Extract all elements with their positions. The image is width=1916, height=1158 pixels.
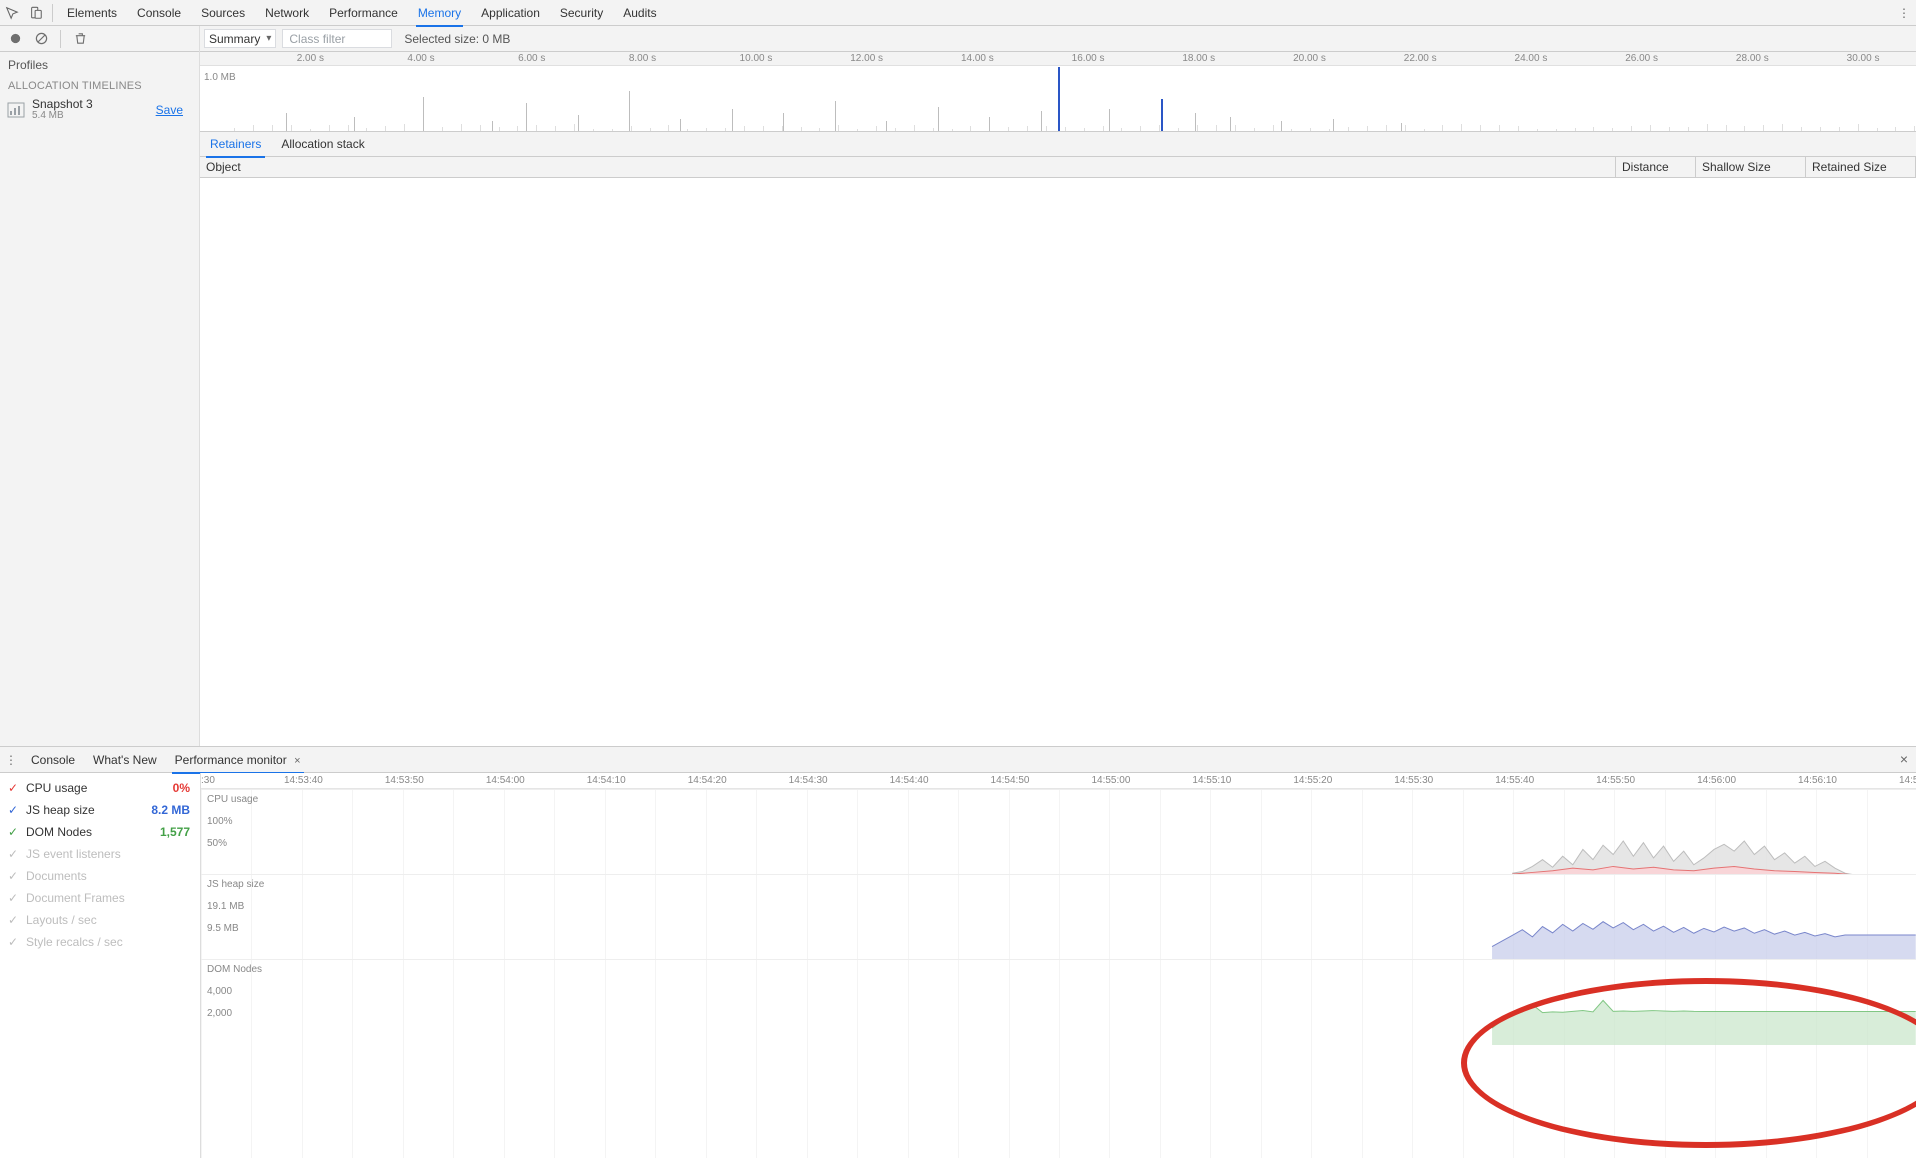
separator (52, 4, 53, 22)
metric-dom[interactable]: ✓ DOM Nodes 1,577 (0, 821, 200, 843)
inspect-element-icon[interactable] (0, 3, 24, 23)
drawer-tab-console[interactable]: Console (22, 747, 84, 773)
retainers-tabs: Retainers Allocation stack (200, 132, 1916, 157)
separator (60, 30, 61, 48)
metric-heap[interactable]: ✓ JS heap size 8.2 MB (0, 799, 200, 821)
th-retained-size[interactable]: Retained Size (1806, 157, 1916, 177)
metric-value: 0% (173, 781, 190, 795)
device-toolbar-icon[interactable] (24, 3, 48, 23)
th-object[interactable]: Object (200, 157, 1616, 177)
tab-application[interactable]: Application (471, 0, 550, 26)
tab-allocation-stack[interactable]: Allocation stack (271, 132, 374, 157)
tab-performance[interactable]: Performance (319, 0, 408, 26)
metric-label: Document Frames (26, 891, 125, 905)
allocation-timelines-label: ALLOCATION TIMELINES (0, 76, 199, 96)
profiles-sidebar: Profiles ALLOCATION TIMELINES Snapshot 3… (0, 26, 200, 746)
chart-cpu: CPU usage 100% 50% (201, 789, 1916, 874)
chart-dom: DOM Nodes 4,000 2,000 (201, 959, 1916, 1044)
drawer-tabs: ⋮ Console What's New Performance monitor… (0, 747, 1916, 773)
tab-elements[interactable]: Elements (57, 0, 127, 26)
drawer-more-icon[interactable]: ⋮ (0, 753, 22, 767)
tab-memory[interactable]: Memory (408, 0, 471, 26)
tab-sources[interactable]: Sources (191, 0, 255, 26)
snapshot-save-link[interactable]: Save (156, 103, 193, 117)
retainers-table-header: Object Distance Shallow Size Retained Si… (200, 157, 1916, 178)
metric-label: Style recalcs / sec (26, 935, 123, 949)
profiles-label: Profiles (0, 52, 199, 76)
metric-documents[interactable]: ✓ Documents (0, 865, 200, 887)
metric-value: 8.2 MB (151, 803, 190, 817)
drawer-tab-whatsnew[interactable]: What's New (84, 747, 166, 773)
panel-tabs: Elements Console Sources Network Perform… (57, 0, 667, 26)
pm-metrics-sidebar: ✓ CPU usage 0% ✓ JS heap size 8.2 MB ✓ D… (0, 773, 200, 1158)
metric-label: Layouts / sec (26, 913, 97, 927)
th-shallow-size[interactable]: Shallow Size (1696, 157, 1806, 177)
metric-frames[interactable]: ✓ Document Frames (0, 887, 200, 909)
metric-listeners[interactable]: ✓ JS event listeners (0, 843, 200, 865)
check-icon: ✓ (6, 847, 20, 861)
performance-monitor: ✓ CPU usage 0% ✓ JS heap size 8.2 MB ✓ D… (0, 773, 1916, 1158)
view-select[interactable]: Summary (204, 29, 276, 48)
chart-heap: JS heap size 19.1 MB 9.5 MB (201, 874, 1916, 959)
allocation-timeline-overview[interactable]: 2.00 s4.00 s6.00 s8.00 s10.00 s12.00 s14… (200, 52, 1916, 132)
drawer-tab-perfmonitor[interactable]: Performance monitor × (166, 747, 310, 773)
drawer-tab-perfmonitor-label: Performance monitor (175, 753, 287, 767)
filter-toolbar: Summary Selected size: 0 MB (200, 26, 1916, 52)
metric-value: 1,577 (160, 825, 190, 839)
snapshot-size: 5.4 MB (32, 110, 93, 122)
close-tab-icon[interactable]: × (294, 755, 300, 767)
selected-size-label: Selected size: 0 MB (398, 32, 510, 46)
class-filter-input[interactable] (282, 29, 392, 48)
check-icon: ✓ (6, 869, 20, 883)
check-icon: ✓ (6, 913, 20, 927)
metric-layouts[interactable]: ✓ Layouts / sec (0, 909, 200, 931)
check-icon: ✓ (6, 825, 20, 839)
metric-label: JS event listeners (26, 847, 121, 861)
drawer: ⋮ Console What's New Performance monitor… (0, 746, 1916, 1158)
clear-icon[interactable] (30, 28, 52, 50)
metric-cpu[interactable]: ✓ CPU usage 0% (0, 777, 200, 799)
tab-retainers[interactable]: Retainers (200, 132, 271, 157)
retainers-table-body (200, 178, 1916, 746)
check-icon: ✓ (6, 803, 20, 817)
record-icon[interactable] (4, 28, 26, 50)
tab-audits[interactable]: Audits (613, 0, 666, 26)
snapshot-name: Snapshot 3 (32, 98, 93, 110)
snapshot-icon (6, 100, 26, 120)
memory-content: Summary Selected size: 0 MB 2.00 s4.00 s… (200, 26, 1916, 746)
snapshot-toolbar (0, 26, 199, 52)
metric-label: DOM Nodes (26, 825, 92, 839)
metric-label: JS heap size (26, 803, 95, 817)
memory-panel: Profiles ALLOCATION TIMELINES Snapshot 3… (0, 26, 1916, 746)
pm-chart-area: :3014:53:4014:53:5014:54:0014:54:1014:54… (200, 773, 1916, 1158)
tab-console[interactable]: Console (127, 0, 191, 26)
th-distance[interactable]: Distance (1616, 157, 1696, 177)
metric-label: CPU usage (26, 781, 87, 795)
check-icon: ✓ (6, 891, 20, 905)
metric-label: Documents (26, 869, 87, 883)
more-options-icon[interactable]: ⋮ (1898, 6, 1910, 20)
tab-network[interactable]: Network (255, 0, 319, 26)
snapshot-item[interactable]: Snapshot 3 5.4 MB Save (0, 96, 199, 124)
main-toolbar: Elements Console Sources Network Perform… (0, 0, 1916, 26)
delete-icon[interactable] (69, 28, 91, 50)
check-icon: ✓ (6, 935, 20, 949)
tab-security[interactable]: Security (550, 0, 613, 26)
metric-recalcs[interactable]: ✓ Style recalcs / sec (0, 931, 200, 953)
close-drawer-icon[interactable]: × (1900, 751, 1908, 767)
check-icon: ✓ (6, 781, 20, 795)
